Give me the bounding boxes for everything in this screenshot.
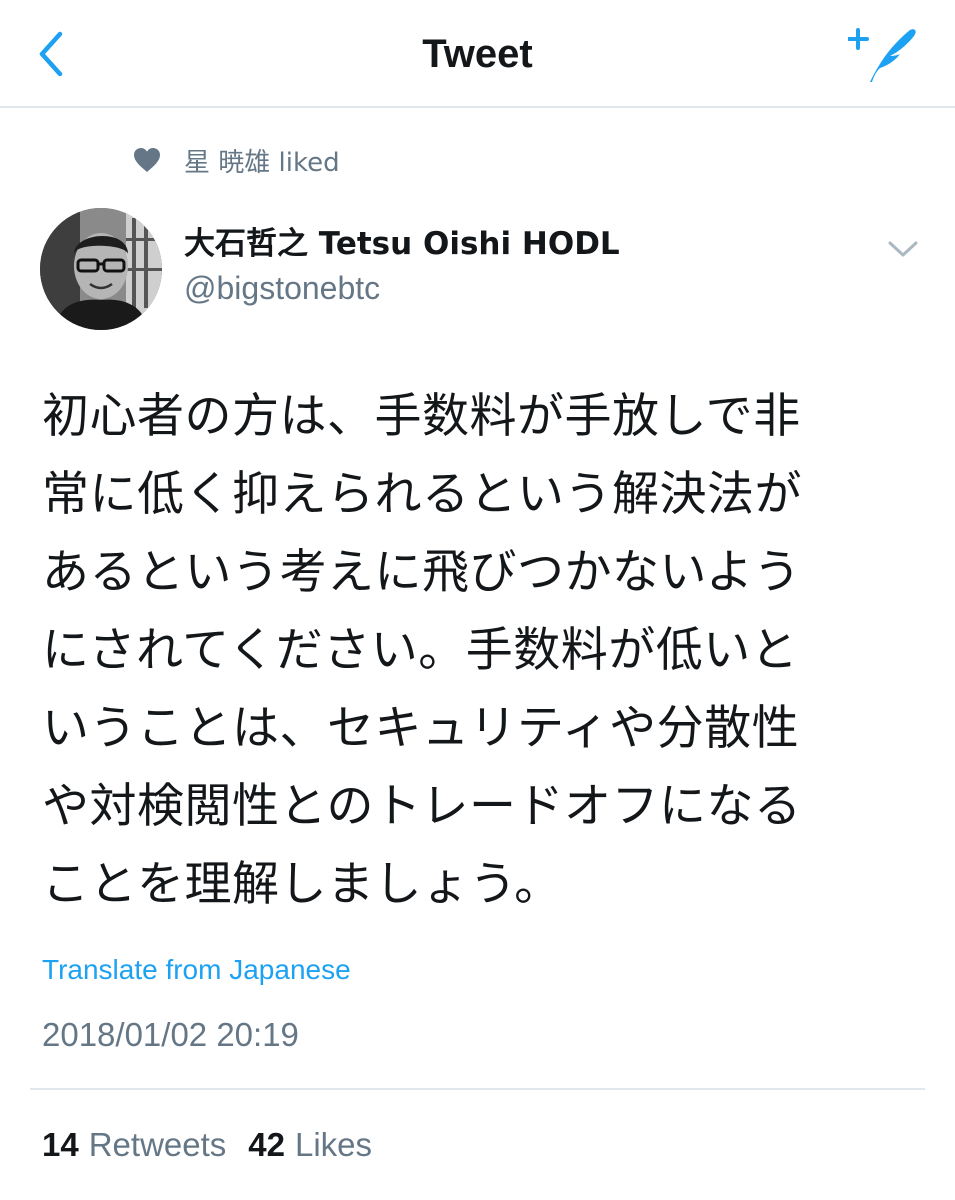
chevron-down-icon	[888, 241, 918, 257]
tweet-text-line: にされてください。手数料が低いと	[42, 623, 799, 678]
translate-link[interactable]: Translate from Japanese	[42, 952, 351, 988]
tweet-timestamp: 2018/01/02 20:19	[42, 1016, 299, 1053]
tweet-options-button[interactable]	[884, 234, 922, 264]
retweets-count: 14	[42, 1126, 79, 1163]
tweet-text-line: いうことは、セキュリティや分散性	[42, 701, 800, 756]
divider	[30, 1088, 925, 1090]
likes-count: 42	[248, 1126, 285, 1163]
tweet-text-line: あるという考えに飛びつかないよう	[42, 545, 802, 600]
likes-label: Likes	[295, 1126, 373, 1163]
avatar[interactable]	[40, 208, 162, 330]
page-title: Tweet	[422, 32, 533, 76]
retweets-label: Retweets	[88, 1126, 227, 1163]
author-name[interactable]: 大石哲之 Tetsu Oishi HODL	[184, 224, 620, 264]
avatar-photo	[40, 208, 162, 330]
compose-tweet-icon	[847, 28, 916, 82]
author-handle[interactable]: @bigstonebtc	[184, 268, 380, 308]
top-nav-bar: Tweet	[0, 0, 955, 108]
heart-icon	[134, 148, 160, 172]
social-context-label: 星 暁雄 liked	[184, 147, 340, 178]
compose-tweet-button[interactable]	[847, 26, 920, 86]
retweets-stat[interactable]: 14 Retweets	[42, 1124, 226, 1166]
engagement-stats: 14 Retweets 42 Likes	[42, 1124, 372, 1166]
likes-stat[interactable]: 42 Likes	[248, 1124, 372, 1166]
tweet-text: 初心者の方は、手数料が手放しで非 常に低く抑えられるという解決法が あるという考…	[42, 378, 912, 924]
tweet-text-line: ことを理解しましょう。	[42, 857, 562, 912]
tweet-text-line: 常に低く抑えられるという解決法が	[42, 467, 802, 522]
social-context: 星 暁雄 liked	[132, 140, 340, 180]
tweet-text-line: や対検閲性とのトレードオフになる	[42, 779, 802, 834]
tweet-text-line: 初心者の方は、手数料が手放しで非	[42, 389, 801, 444]
